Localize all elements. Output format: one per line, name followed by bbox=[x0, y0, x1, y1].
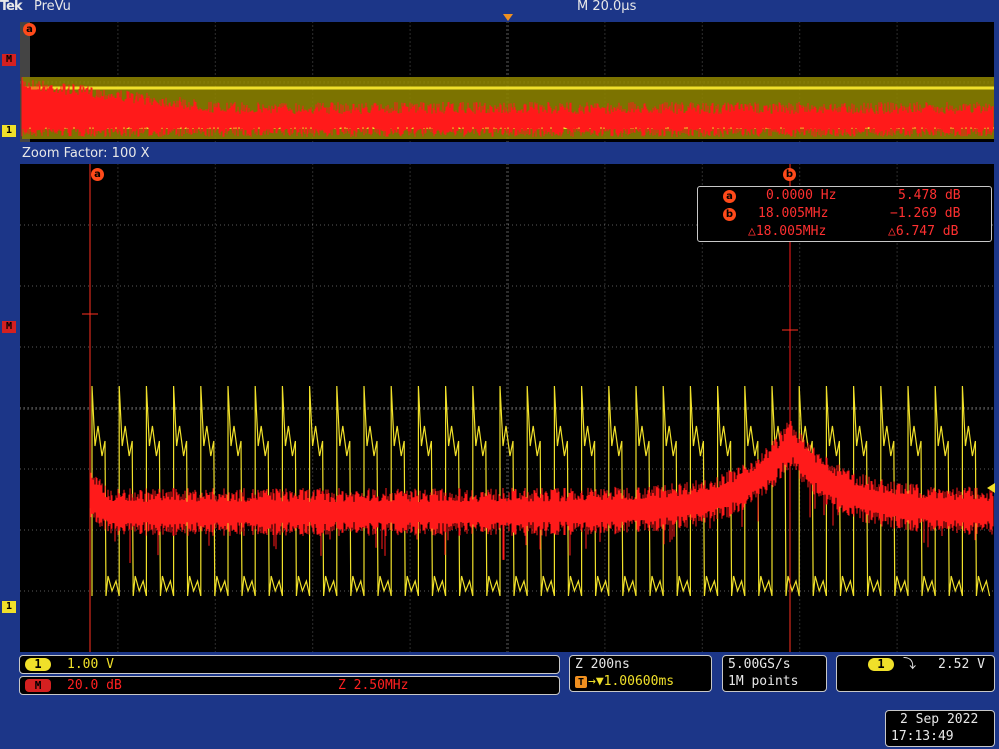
readout-b-value: −1.269 dB bbox=[890, 206, 961, 221]
main-graticule: a b a 0.0000 Hz 5.478 dB b 18.005MHz −1.… bbox=[20, 164, 994, 652]
readout-delta-value: △6.747 dB bbox=[888, 224, 959, 239]
sample-rate: 5.00GS/s bbox=[728, 657, 791, 672]
math-fft-trace bbox=[89, 224, 994, 563]
ch1-scale-panel[interactable]: 1 1.00 V bbox=[19, 655, 560, 674]
overview-waveform bbox=[20, 22, 994, 142]
ch1-scale: 1.00 V bbox=[67, 657, 114, 672]
ch1-marker-icon[interactable]: 1 bbox=[2, 601, 16, 613]
overview-math-marker-icon[interactable]: M bbox=[2, 54, 16, 66]
readout-a-value: 5.478 dB bbox=[898, 188, 961, 203]
date: 2 Sep 2022 bbox=[900, 712, 979, 727]
cursor-readout: a 0.0000 Hz 5.478 dB b 18.005MHz −1.269 … bbox=[697, 186, 992, 242]
math-badge: M bbox=[25, 679, 51, 692]
timebase-label: M 20.0µs bbox=[577, 0, 637, 14]
time: 17:13:49 bbox=[891, 729, 954, 744]
trigger-position: →▼1.00600ms bbox=[588, 674, 675, 689]
trigger-position-icon bbox=[503, 14, 513, 21]
readout-a-icon: a bbox=[723, 190, 736, 203]
trigger-source-badge: 1 bbox=[868, 658, 894, 671]
ch1-badge: 1 bbox=[25, 658, 51, 671]
trigger-panel[interactable]: 1 ⤵ 2.52 V bbox=[836, 655, 995, 692]
overview-graticule: a bbox=[20, 22, 994, 142]
cursor-a-icon[interactable]: a bbox=[91, 168, 104, 181]
horizontal-panel[interactable]: Z 200ns T →▼1.00600ms bbox=[569, 655, 712, 692]
readout-delta-freq: △18.005MHz bbox=[748, 224, 827, 239]
math-marker-icon[interactable]: M bbox=[2, 321, 16, 333]
overview-cursor-a-icon[interactable]: a bbox=[23, 23, 36, 36]
cursor-b-icon[interactable]: b bbox=[783, 168, 796, 181]
trigger-level-icon[interactable] bbox=[987, 483, 995, 493]
math-scale-panel[interactable]: M 20.0 dB Z 2.50MHz bbox=[19, 676, 560, 695]
readout-b-icon: b bbox=[723, 208, 736, 221]
readout-b-freq: 18.005MHz bbox=[758, 206, 829, 221]
math-scale: 20.0 dB bbox=[67, 678, 122, 693]
trigger-t-icon: T bbox=[575, 676, 587, 688]
readout-a-freq: 0.0000 Hz bbox=[766, 188, 837, 203]
brand-label: Tek bbox=[0, 0, 23, 14]
datetime-panel: 2 Sep 2022 17:13:49 bbox=[885, 710, 995, 747]
trigger-level: 2.52 V bbox=[938, 657, 985, 672]
mode-label: PreVu bbox=[34, 0, 71, 14]
overview-ch1-marker-icon[interactable]: 1 bbox=[2, 125, 16, 137]
acquisition-panel[interactable]: 5.00GS/s 1M points bbox=[722, 655, 827, 692]
record-length: 1M points bbox=[728, 674, 799, 689]
trigger-slope-icon: ⤵ bbox=[903, 657, 917, 672]
math-zoom: Z 2.50MHz bbox=[338, 678, 409, 693]
zoom-factor-label: Zoom Factor: 100 X bbox=[22, 146, 150, 161]
zoom-time: Z 200ns bbox=[575, 657, 630, 672]
